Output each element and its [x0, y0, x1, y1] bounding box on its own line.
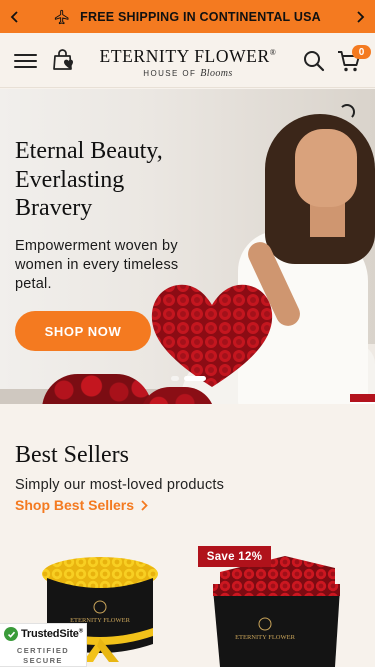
announcement-message-group: FREE SHIPPING IN CONTINENTAL USA	[54, 9, 321, 25]
site-header: ETERNITY FLOWER® HOUSE OF Blooms 0	[0, 33, 375, 88]
carousel-pagination	[171, 376, 206, 381]
announcement-next-button[interactable]	[345, 0, 375, 33]
chevron-left-icon	[10, 10, 18, 23]
chevron-right-icon	[141, 499, 148, 511]
chevron-right-icon	[357, 10, 365, 23]
hero-subtext: Empowerment woven by women in every time…	[15, 238, 179, 292]
trustedsite-badge[interactable]: TrustedSite® CERTIFIED SECURE	[0, 623, 87, 667]
logo-tagline: HOUSE OF Blooms	[143, 67, 233, 79]
carousel-dot[interactable]	[171, 376, 179, 381]
save-badge: Save 12%	[198, 546, 271, 567]
checkmark-icon	[4, 627, 18, 641]
announcement-bar: FREE SHIPPING IN CONTINENTAL USA	[0, 0, 375, 33]
product-box-brand: ETERNITY FLOWER	[235, 634, 296, 641]
trust-badge-label: CERTIFIED SECURE	[16, 646, 70, 665]
brand-logo[interactable]: ETERNITY FLOWER® HOUSE OF Blooms	[92, 43, 284, 79]
section-subtitle: Simply our most-loved products	[15, 477, 225, 493]
rose-heart-image	[151, 284, 273, 387]
loading-spinner-icon	[339, 104, 355, 120]
shop-best-sellers-link[interactable]: Shop Best Sellers	[15, 497, 148, 513]
cart-count-badge: 0	[352, 45, 371, 59]
announcement-prev-button[interactable]	[0, 0, 30, 33]
logo-wordmark: ETERNITY FLOWER®	[99, 45, 277, 66]
section-title: Best Sellers	[15, 442, 129, 468]
announcement-text: FREE SHIPPING IN CONTINENTAL USA	[80, 9, 321, 24]
carousel-dot-active[interactable]	[184, 376, 206, 381]
trust-badge-name: TrustedSite®	[21, 628, 83, 640]
airplane-icon	[55, 9, 69, 24]
shop-now-button[interactable]: SHOP NOW	[15, 311, 151, 351]
hero-banner[interactable]: Eternal Beauty, Everlasting Bravery Empo…	[0, 89, 375, 404]
bag-heart-icon[interactable]	[51, 47, 77, 73]
search-icon[interactable]	[302, 49, 326, 73]
hamburger-menu-icon[interactable]	[14, 50, 37, 70]
hero-headline: Eternal Beauty, Everlasting Bravery	[15, 138, 163, 221]
